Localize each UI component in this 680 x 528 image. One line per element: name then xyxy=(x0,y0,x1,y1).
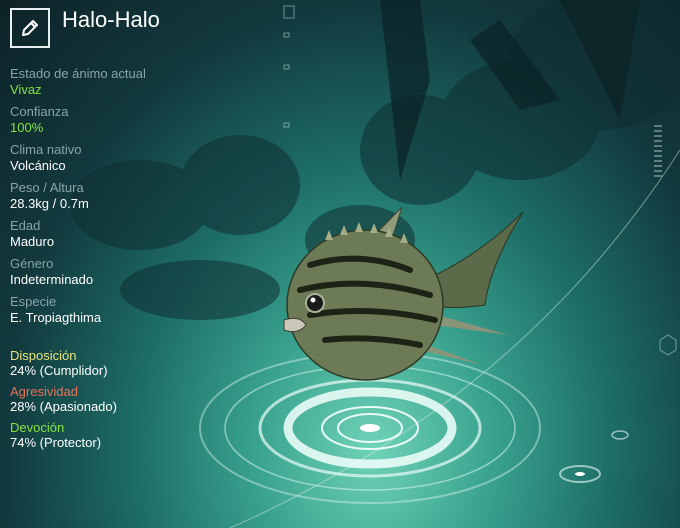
trait-value: 28% (Apasionado) xyxy=(10,399,117,414)
stat-value: Maduro xyxy=(10,234,55,249)
stat-label: Confianza xyxy=(10,104,69,119)
trait-value: 74% (Protector) xyxy=(10,435,102,450)
trait-value: 24% (Cumplidor) xyxy=(10,363,108,378)
trait-aggression: Agresividad 28% (Apasionado) xyxy=(10,384,260,415)
trait-label: Disposición xyxy=(10,348,77,363)
stat-label: Género xyxy=(10,256,54,271)
creature-model xyxy=(283,206,524,381)
trait-disposition: Disposición 24% (Cumplidor) xyxy=(10,348,260,379)
trait-label: Agresividad xyxy=(10,384,78,399)
stat-label: Peso / Altura xyxy=(10,180,84,195)
stat-climate: Clima nativo Volcánico xyxy=(10,142,260,174)
stat-trust: Confianza 100% xyxy=(10,104,260,136)
creature-info-panel: Halo-Halo Estado de ánimo actual Vivaz C… xyxy=(10,7,260,456)
stat-gender: Género Indeterminado xyxy=(10,256,260,288)
stat-value: Vivaz xyxy=(10,82,42,97)
traits-list: Disposición 24% (Cumplidor) Agresividad … xyxy=(10,348,260,451)
stat-value: 100% xyxy=(10,120,44,135)
pencil-icon xyxy=(22,20,38,36)
stat-age: Edad Maduro xyxy=(10,218,260,250)
panel-header: Halo-Halo xyxy=(10,7,260,48)
stat-label: Edad xyxy=(10,218,41,233)
stat-value: Volcánico xyxy=(10,158,66,173)
stat-value: E. Tropiagthima xyxy=(10,310,102,325)
trait-devotion: Devoción 74% (Protector) xyxy=(10,420,260,451)
stat-value: Indeterminado xyxy=(10,272,94,287)
stat-label: Estado de ánimo actual xyxy=(10,66,146,81)
stat-value: 28.3kg / 0.7m xyxy=(10,196,89,211)
creature-name: Halo-Halo xyxy=(62,7,160,32)
stat-species: Especie E. Tropiagthima xyxy=(10,294,260,326)
stat-label: Especie xyxy=(10,294,57,309)
stat-mood: Estado de ánimo actual Vivaz xyxy=(10,66,260,98)
stats-list: Estado de ánimo actual Vivaz Confianza 1… xyxy=(10,66,260,326)
edit-name-button[interactable] xyxy=(10,8,50,48)
trait-label: Devoción xyxy=(10,420,65,435)
stat-weight-height: Peso / Altura 28.3kg / 0.7m xyxy=(10,180,260,212)
stat-label: Clima nativo xyxy=(10,142,82,157)
